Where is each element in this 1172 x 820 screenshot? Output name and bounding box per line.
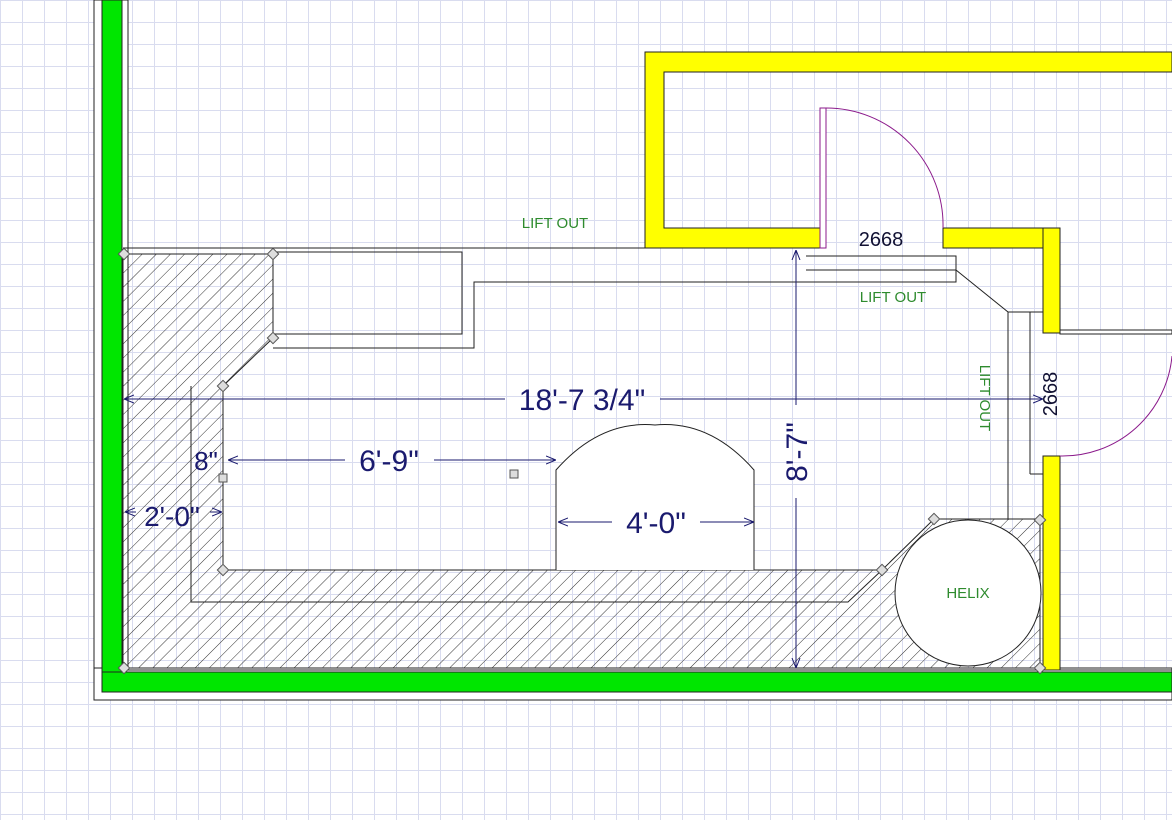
dimension-overall-length: 18'-7 3/4" — [519, 384, 645, 417]
handle — [218, 473, 228, 483]
note-lift-out-mid: LIFT OUT — [860, 289, 926, 306]
dimension-shelf-depth: 2'-0" — [144, 501, 200, 532]
door-north-label: 2668 — [859, 229, 904, 251]
peninsula-arch — [555, 424, 755, 570]
floor-plan: 18'-7 3/4" 8'-7" 6'-9" 4'-0" 2'-0" 8" 26… — [93, 0, 1172, 701]
door-east-label: 2668 — [1040, 372, 1062, 417]
handle — [509, 469, 519, 479]
dimension-overall-depth: 8'-7" — [781, 422, 814, 482]
note-lift-out-top: LIFT OUT — [522, 215, 588, 232]
dimension-aisle-length: 6'-9" — [359, 445, 419, 478]
note-helix: HELIX — [946, 585, 989, 602]
note-lift-out-vertical: LIFT OUT — [976, 365, 993, 431]
door-east — [1059, 355, 1172, 457]
door-north — [819, 107, 944, 249]
dimension-offset: 8" — [194, 446, 218, 476]
dimension-peninsula-width: 4'-0" — [626, 507, 686, 540]
